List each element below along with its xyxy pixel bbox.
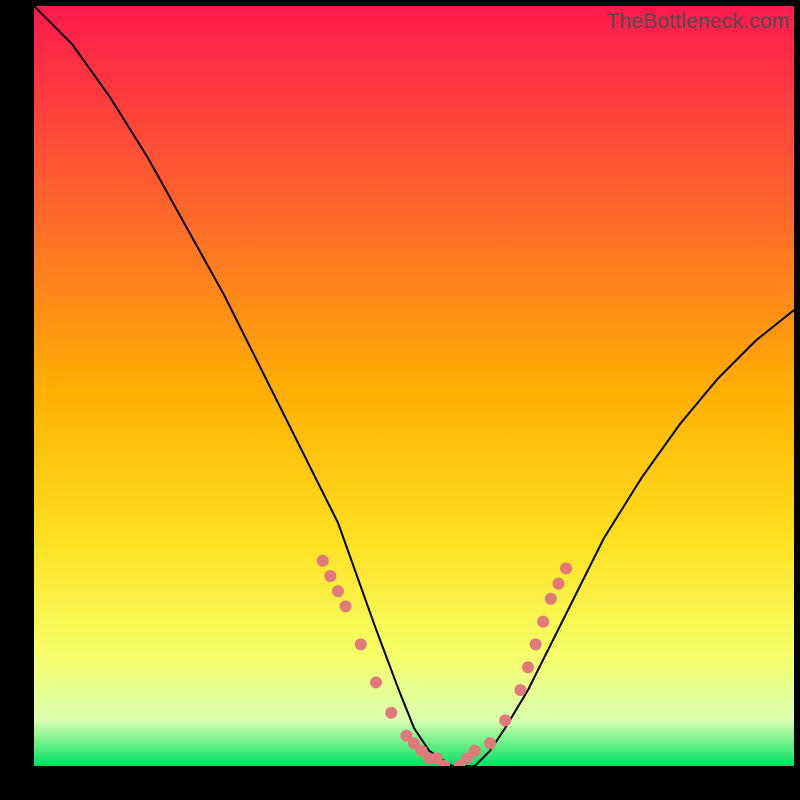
curve-dot: [385, 707, 397, 719]
curve-dot: [514, 684, 526, 696]
chart-container: TheBottleneck.com: [0, 0, 800, 800]
curve-dot: [552, 578, 564, 590]
curve-dot: [499, 714, 511, 726]
curve-dot: [545, 593, 557, 605]
curve-dot: [537, 616, 549, 628]
curve-dot: [332, 585, 344, 597]
plot-area: [34, 6, 794, 766]
curve-dot: [355, 638, 367, 650]
curve-dot: [484, 737, 496, 749]
watermark-text: TheBottleneck.com: [607, 10, 790, 34]
curve-dot: [408, 737, 420, 749]
curve-dot: [340, 600, 352, 612]
curve-dot: [560, 562, 572, 574]
curve-dot: [423, 752, 435, 764]
curve-dot: [461, 752, 473, 764]
gradient-background: [34, 6, 794, 766]
curve-dot: [530, 638, 542, 650]
curve-dot: [370, 676, 382, 688]
curve-dot: [317, 555, 329, 567]
bottleneck-chart: [34, 6, 794, 766]
curve-dot: [324, 570, 336, 582]
curve-dot: [522, 661, 534, 673]
